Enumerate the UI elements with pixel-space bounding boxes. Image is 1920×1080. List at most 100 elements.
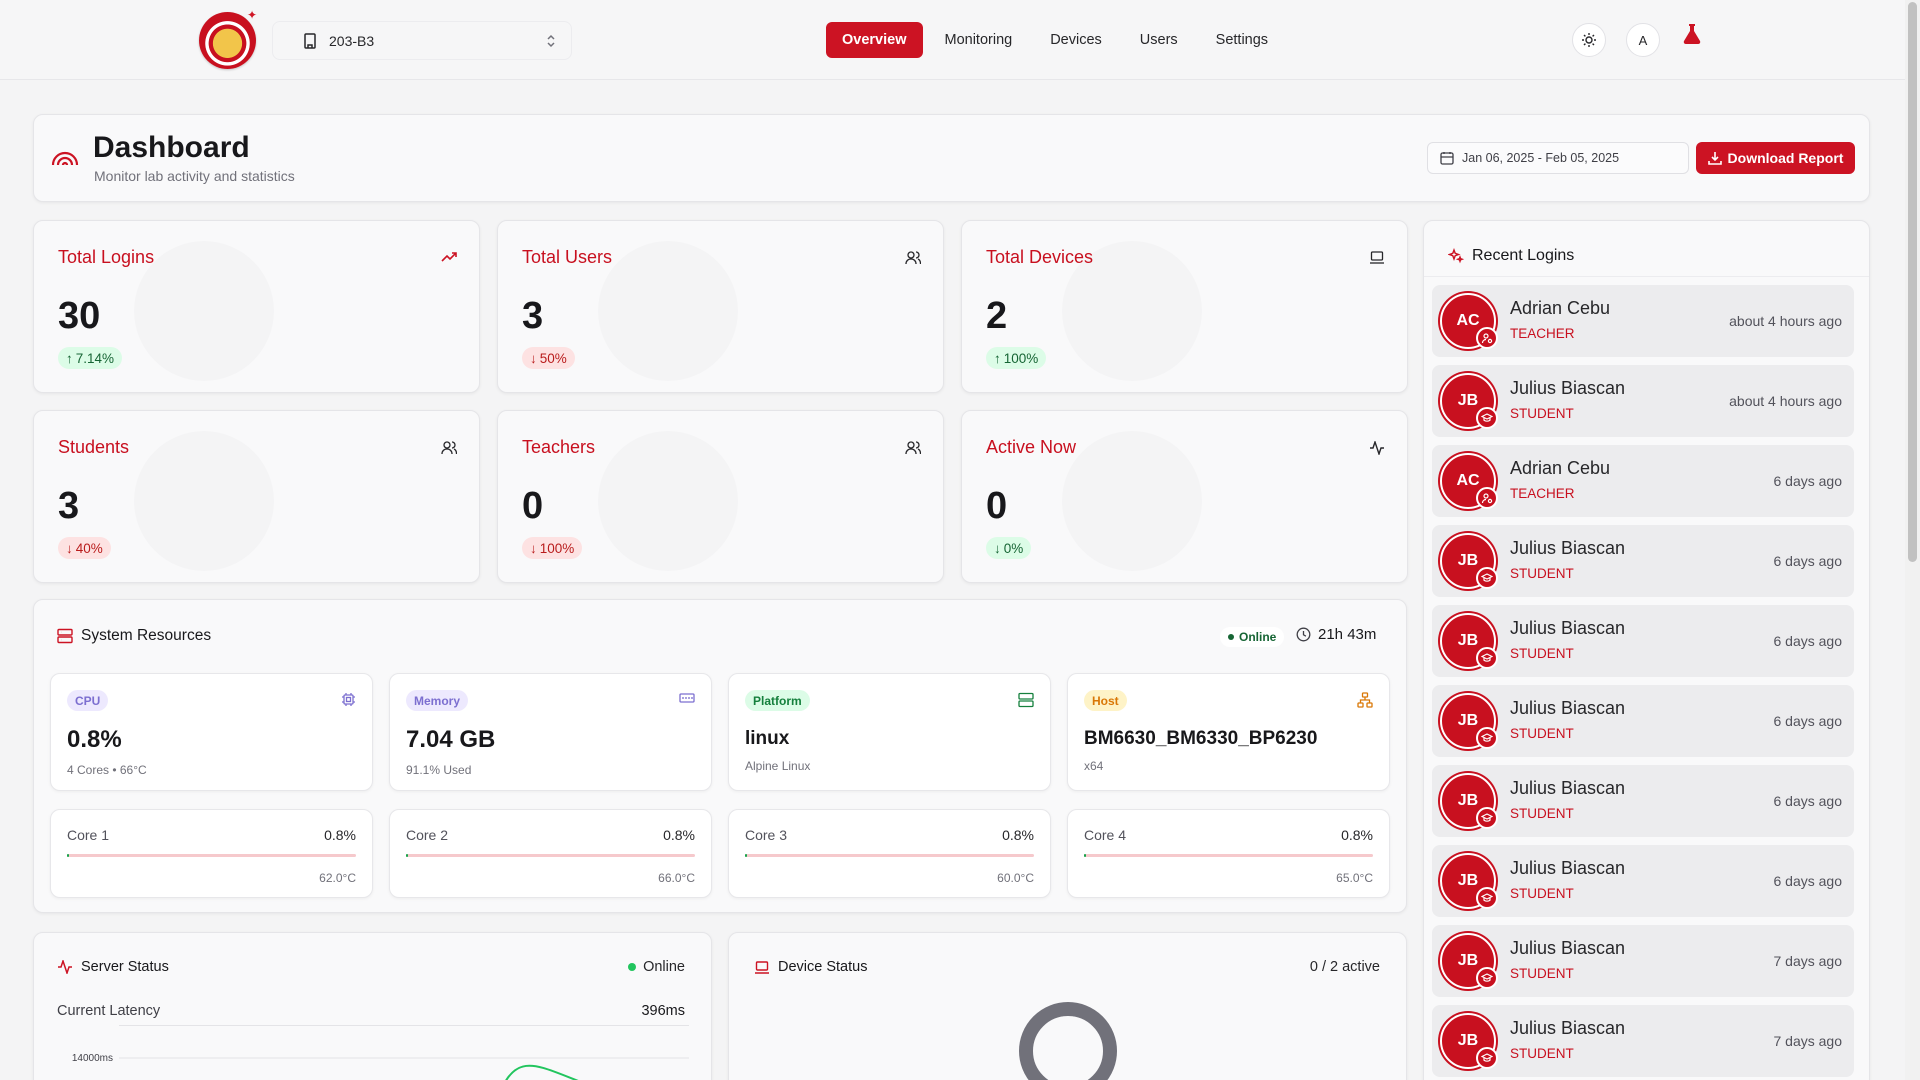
arrow-down-icon: ↓ xyxy=(994,540,1001,556)
card-watermark xyxy=(598,241,738,381)
user-avatar-button[interactable]: A xyxy=(1626,23,1660,57)
lab-button[interactable] xyxy=(1680,22,1704,51)
resource-sub: 91.1% Used xyxy=(406,763,472,777)
stat-title: Active Now xyxy=(986,437,1077,457)
date-range-picker[interactable]: Jan 06, 2025 - Feb 05, 2025 xyxy=(1427,142,1689,174)
arrow-down-icon: ↓ xyxy=(66,540,73,556)
laptop-icon xyxy=(1370,251,1384,264)
device-donut-chart xyxy=(1019,1002,1117,1080)
core-temp: 60.0°C xyxy=(997,871,1034,885)
resource-value: 7.04 GB xyxy=(406,726,496,753)
scrollbar-thumb[interactable] xyxy=(1908,2,1917,562)
device-active-count: 0 / 2 active xyxy=(1309,959,1380,975)
calendar-icon xyxy=(1440,152,1454,165)
download-report-button[interactable]: Download Report xyxy=(1696,142,1855,174)
clock-icon xyxy=(1296,627,1311,642)
stat-change-badge: ↓ 0% xyxy=(986,537,1032,559)
server-status-card: Server Status Online Current Latency 396… xyxy=(33,932,712,1080)
stat-value: 0 xyxy=(986,485,1008,527)
core-name: Core 2 xyxy=(406,827,449,843)
login-time: 7 days ago xyxy=(1773,1033,1843,1049)
dashboard-header: Dashboard Monitor lab activity and stati… xyxy=(33,114,1870,202)
download-icon xyxy=(1707,152,1722,165)
core-usage-bar xyxy=(67,854,356,857)
nav-users[interactable]: Users xyxy=(1124,22,1194,58)
stat-card-students: Students 3 ↓ 40% xyxy=(33,410,480,583)
lab-selector[interactable]: 203-B3 xyxy=(272,21,572,60)
core-temp: 62.0°C xyxy=(319,871,356,885)
login-list-item[interactable]: JB Julius Biascan STUDENT 7 days ago xyxy=(1432,1005,1854,1077)
login-time: 6 days ago xyxy=(1773,793,1843,809)
resource-sub: Alpine Linux xyxy=(745,759,811,773)
login-user-role: STUDENT xyxy=(1510,966,1574,981)
building-icon xyxy=(304,32,316,49)
server-icon xyxy=(1018,692,1034,708)
status-dot xyxy=(628,963,637,971)
core-usage-bar xyxy=(1084,854,1373,857)
resource-tag: Platform xyxy=(745,690,810,711)
page-scrollbar[interactable] xyxy=(1905,0,1920,1080)
login-list-item[interactable]: JB Julius Biascan STUDENT 6 days ago xyxy=(1432,845,1854,917)
arrow-down-icon: ↓ xyxy=(530,540,537,556)
login-user-role: STUDENT xyxy=(1510,726,1574,741)
stat-title: Students xyxy=(58,437,130,457)
login-time: 6 days ago xyxy=(1773,633,1843,649)
theme-toggle-button[interactable] xyxy=(1572,23,1606,57)
latency-value: 396ms xyxy=(641,1003,685,1019)
device-status-title: Device Status xyxy=(778,959,868,975)
card-watermark xyxy=(598,431,738,571)
stat-change-badge: ↓ 50% xyxy=(522,347,575,369)
resource-value: 0.8% xyxy=(67,726,122,753)
nav-devices[interactable]: Devices xyxy=(1034,22,1118,58)
core-usage-fill xyxy=(745,854,748,857)
login-list-item[interactable]: JB Julius Biascan STUDENT 6 days ago xyxy=(1432,605,1854,677)
lab-selector-label: 203-B3 xyxy=(329,32,375,49)
sparkles-icon xyxy=(1448,248,1464,264)
core-1-card: Core 1 0.8% 62.0°C xyxy=(50,809,373,898)
system-resources-card: System Resources Online 21h 43m CPU 0.8%… xyxy=(33,599,1407,913)
login-time: 6 days ago xyxy=(1773,713,1843,729)
stat-card-total-users: Total Users 3 ↓ 50% xyxy=(497,220,944,393)
stat-change-badge: ↑ 7.14% xyxy=(58,347,123,369)
laptop-icon xyxy=(755,960,769,974)
graduation-cap-icon xyxy=(1476,727,1498,749)
login-user-role: STUDENT xyxy=(1510,886,1574,901)
graduation-cap-icon xyxy=(1476,967,1498,989)
latency-line xyxy=(505,1064,579,1080)
login-user-role: TEACHER xyxy=(1510,486,1575,501)
uptime-value: 21h 43m xyxy=(1318,626,1377,643)
stat-title: Total Logins xyxy=(58,247,155,267)
stat-value: 0 xyxy=(522,485,544,527)
sun-icon xyxy=(1582,33,1596,47)
device-status-header: Device Status xyxy=(754,959,867,975)
stat-value: 30 xyxy=(58,295,101,337)
core-temp: 66.0°C xyxy=(658,871,695,885)
stat-value: 3 xyxy=(522,295,544,337)
login-list-item[interactable]: JB Julius Biascan STUDENT 6 days ago xyxy=(1432,685,1854,757)
core-3-card: Core 3 0.8% 60.0°C xyxy=(728,809,1051,898)
users-icon xyxy=(441,441,457,455)
login-user-name: Adrian Cebu xyxy=(1510,298,1611,318)
resource-sub: 4 Cores • 66°C xyxy=(67,763,147,777)
login-user-name: Julius Biascan xyxy=(1510,778,1626,798)
stat-card-active-now: Active Now 0 ↓ 0% xyxy=(961,410,1408,583)
login-list-item[interactable]: AC Adrian Cebu TEACHER about 4 hours ago xyxy=(1432,285,1854,357)
login-list-item[interactable]: JB Julius Biascan STUDENT 7 days ago xyxy=(1432,925,1854,997)
login-user-role: STUDENT xyxy=(1510,646,1574,661)
nav-settings[interactable]: Settings xyxy=(1200,22,1284,58)
nav-monitoring[interactable]: Monitoring xyxy=(929,22,1029,58)
arrow-up-icon: ↑ xyxy=(66,350,73,366)
login-list-item[interactable]: JB Julius Biascan STUDENT 6 days ago xyxy=(1432,765,1854,837)
login-list-item[interactable]: JB Julius Biascan STUDENT 6 days ago xyxy=(1432,525,1854,597)
login-user-name: Adrian Cebu xyxy=(1510,458,1611,478)
nav-overview[interactable]: Overview xyxy=(826,22,923,58)
core-usage-bar xyxy=(406,854,695,857)
login-list-item[interactable]: AC Adrian Cebu TEACHER 6 days ago xyxy=(1432,445,1854,517)
login-user-name: Julius Biascan xyxy=(1510,698,1626,718)
stat-value: 2 xyxy=(986,295,1008,337)
login-time: about 4 hours ago xyxy=(1729,393,1842,409)
resource-sub: x64 xyxy=(1084,759,1104,773)
recent-logins-title: Recent Logins xyxy=(1472,247,1575,264)
users-icon xyxy=(905,251,921,265)
login-list-item[interactable]: JB Julius Biascan STUDENT about 4 hours ago xyxy=(1432,365,1854,437)
